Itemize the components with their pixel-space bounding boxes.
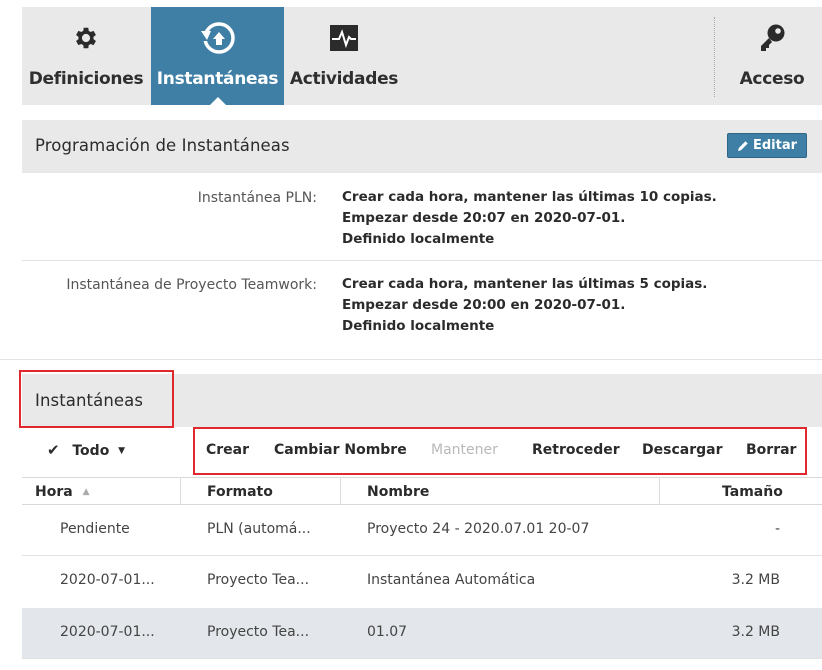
sort-ascending-icon: ▲ (82, 487, 90, 497)
schedule-title: Programación de Instantáneas (35, 136, 290, 155)
key-icon (761, 24, 785, 51)
checkmark-icon: ✔ (47, 441, 60, 459)
table-top-border (22, 477, 822, 478)
cell-nombre: Instantánea Automática (367, 572, 536, 588)
tab-instantaneas[interactable]: Instantáneas (151, 7, 284, 105)
highlight-box (19, 370, 174, 428)
schedule-value-teamwork: Crear cada hora, mantener las últimas 5 … (342, 274, 707, 337)
column-header-hora[interactable]: Hora ▲ (35, 484, 89, 500)
tab-definiciones[interactable]: Definiciones (22, 7, 150, 105)
column-header-label: Hora (35, 484, 73, 500)
column-header-tamano[interactable]: Tamaño (722, 484, 783, 500)
table-row[interactable]: 2020-07-01... Proyecto Tea... Instantáne… (22, 556, 822, 606)
cell-nombre: Proyecto 24 - 2020.07.01 20-07 (367, 521, 590, 537)
schedule-line: Crear cada hora, mantener las últimas 10… (342, 189, 717, 205)
select-all-label: Todo (72, 443, 110, 459)
tab-actividades[interactable]: Actividades (284, 7, 404, 105)
tab-label: Definiciones (28, 69, 144, 89)
cell-hora: 2020-07-01... (60, 624, 155, 640)
row-divider (22, 658, 822, 659)
column-separator (340, 477, 341, 504)
create-button[interactable]: Crear (206, 442, 249, 458)
schedule-value-pln: Crear cada hora, mantener las últimas 10… (342, 187, 717, 250)
schedule-line: Definido localmente (342, 231, 495, 247)
main-tab-bar: Definiciones Instantáneas Actividades Ac… (22, 7, 822, 105)
cell-tamano: - (774, 521, 780, 537)
delete-button[interactable]: Borrar (746, 442, 796, 458)
tab-separator (714, 17, 716, 97)
column-header-formato[interactable]: Formato (207, 484, 273, 500)
schedule-section-header: Programación de Instantáneas Editar (22, 120, 822, 173)
table-row-selected[interactable]: 2020-07-01... Proyecto Tea... 01.07 3.2 … (22, 608, 822, 658)
column-separator (659, 477, 660, 504)
edit-button-label: Editar (752, 138, 798, 153)
schedule-label-teamwork: Instantánea de Proyecto Teamwork: (66, 277, 317, 293)
tab-acceso[interactable]: Acceso (722, 7, 822, 105)
divider (0, 359, 822, 360)
schedule-line: Empezar desde 20:07 en 2020-07-01. (342, 210, 626, 226)
rename-button[interactable]: Cambiar Nombre (274, 442, 407, 458)
column-header-nombre[interactable]: Nombre (367, 484, 429, 500)
column-separator (180, 477, 181, 504)
gear-icon (76, 27, 96, 49)
pencil-icon (737, 140, 748, 151)
activity-monitor-icon (330, 25, 358, 51)
keep-button[interactable]: Mantener (431, 442, 498, 458)
cell-formato: Proyecto Tea... (207, 624, 310, 640)
schedule-line: Empezar desde 20:00 en 2020-07-01. (342, 297, 626, 313)
cell-hora: Pendiente (60, 521, 130, 537)
cell-tamano: 3.2 MB (731, 624, 780, 640)
caret-down-icon: ▼ (118, 446, 126, 456)
schedule-label-pln: Instantánea PLN: (197, 190, 317, 206)
rollback-button[interactable]: Retroceder (532, 442, 620, 458)
download-button[interactable]: Descargar (642, 442, 722, 458)
cell-formato: PLN (automá... (207, 521, 311, 537)
tab-label: Instantáneas (156, 69, 279, 89)
tab-label: Acceso (739, 69, 805, 89)
cell-nombre: 01.07 (367, 624, 408, 640)
cell-hora: 2020-07-01... (60, 572, 155, 588)
select-all-dropdown[interactable]: ✔ Todo ▼ (47, 441, 125, 459)
tab-label: Actividades (289, 69, 399, 89)
edit-button[interactable]: Editar (727, 133, 807, 158)
divider (22, 260, 822, 261)
schedule-line: Crear cada hora, mantener las últimas 5 … (342, 276, 708, 292)
cell-formato: Proyecto Tea... (207, 572, 310, 588)
snapshot-restore-icon (197, 22, 235, 54)
table-row[interactable]: Pendiente PLN (automá... Proyecto 24 - 2… (22, 505, 822, 555)
cell-tamano: 3.2 MB (731, 572, 780, 588)
schedule-line: Definido localmente (342, 318, 495, 334)
